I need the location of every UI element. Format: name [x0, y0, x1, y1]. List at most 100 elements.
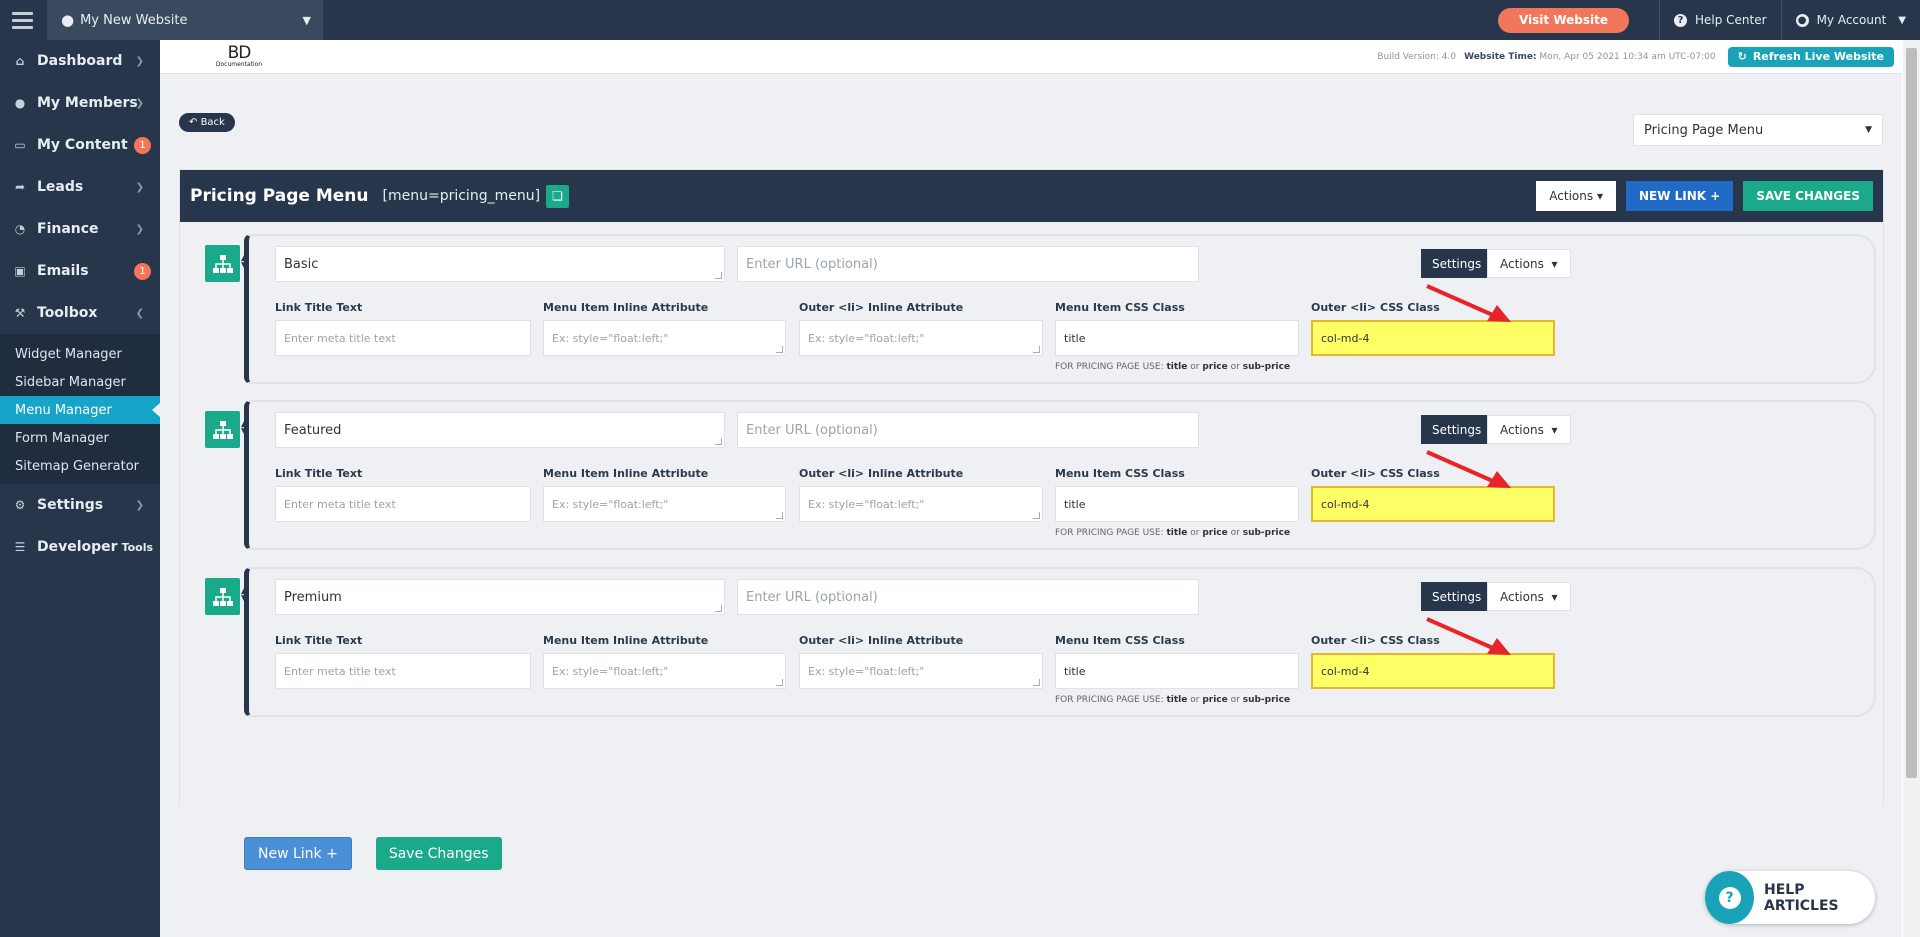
- drag-handle-icon[interactable]: ▲ ▼: [241, 254, 248, 271]
- inline-attribute-input[interactable]: Ex: style="float:left;": [543, 486, 786, 522]
- sidebar-subitem-widget-manager[interactable]: Widget Manager: [0, 340, 160, 368]
- refresh-live-website-button[interactable]: ↻ Refresh Live Website: [1727, 46, 1894, 67]
- site-logo[interactable]: BD Documentation: [184, 40, 294, 74]
- link-title-label: Link Title Text: [275, 467, 363, 480]
- red-arrow-annotation: [1425, 284, 1513, 324]
- inline-attribute-input[interactable]: Ex: style="float:left;": [543, 320, 786, 356]
- scrollbar-thumb[interactable]: [1906, 48, 1917, 778]
- sidebar-item-my-members[interactable]: ● My Members ❯: [0, 82, 160, 124]
- hint-prefix: FOR PRICING PAGE USE:: [1055, 362, 1164, 372]
- outer-inline-attribute-input[interactable]: Ex: style="float:left;": [799, 320, 1043, 356]
- logo-text: BD: [227, 43, 252, 63]
- outer-inline-attribute-input[interactable]: Ex: style="float:left;": [799, 486, 1043, 522]
- item-actions-button[interactable]: Actions ▾: [1487, 415, 1571, 444]
- my-account-menu[interactable]: ● My Account ▼: [1782, 0, 1920, 40]
- caret-down-icon: ▾: [1551, 256, 1558, 271]
- caret-down-icon: ▾: [1551, 589, 1558, 604]
- menu-select-dropdown[interactable]: Pricing Page Menu ▼: [1633, 114, 1883, 146]
- toolbox-submenu: Widget Manager Sidebar Manager Menu Mana…: [0, 334, 160, 484]
- sidebar-item-leads[interactable]: ➦ Leads ❯: [0, 166, 160, 208]
- sitemap-icon[interactable]: [205, 245, 240, 282]
- menu-item-title-input[interactable]: Featured: [275, 412, 725, 448]
- sidebar-item-my-content[interactable]: ▭ My Content 1: [0, 124, 160, 166]
- folder-icon: ▭: [14, 138, 26, 152]
- chevron-right-icon: ❯: [135, 223, 144, 235]
- back-arrow-icon: ↶: [189, 117, 201, 128]
- drag-handle-icon[interactable]: ▲ ▼: [241, 420, 248, 437]
- hint-sub-price: sub-price: [1242, 695, 1291, 705]
- outer-css-class-input[interactable]: col-md-4: [1311, 653, 1555, 689]
- menu-item-url-input[interactable]: Enter URL (optional): [737, 412, 1199, 448]
- chevron-right-icon: ❯: [135, 181, 144, 193]
- sitemap-icon[interactable]: [205, 578, 240, 615]
- new-link-button[interactable]: NEW LINK +: [1626, 181, 1734, 211]
- menu-item-url-input[interactable]: Enter URL (optional): [737, 246, 1199, 282]
- sidebar-item-developer-tools[interactable]: ☰ Developer Tools: [0, 526, 160, 568]
- hint-or: or: [1190, 362, 1200, 372]
- inline-attribute-input[interactable]: Ex: style="float:left;": [543, 653, 786, 689]
- sitemap-icon[interactable]: [205, 411, 240, 448]
- visit-website-button[interactable]: Visit Website: [1497, 7, 1629, 33]
- sidebar-item-dashboard[interactable]: ⌂ Dashboard ❯: [0, 40, 160, 82]
- page-scrollbar[interactable]: [1903, 40, 1920, 937]
- hint-price: price: [1202, 362, 1228, 372]
- drag-handle-icon[interactable]: ▲ ▼: [241, 587, 248, 604]
- logo-subtext: Documentation: [215, 61, 263, 68]
- menu-panel: Pricing Page Menu [menu=pricing_menu] ❏ …: [179, 169, 1884, 870]
- sidebar-item-emails[interactable]: ▣ Emails 1: [0, 250, 160, 292]
- outer-css-class-label: Outer <li> CSS Class: [1311, 634, 1440, 647]
- sliders-icon: ☰: [14, 540, 26, 554]
- actions-label: Actions: [1500, 589, 1544, 604]
- save-changes-button[interactable]: SAVE CHANGES: [1743, 181, 1873, 211]
- chevron-down-icon: ❮: [135, 307, 144, 319]
- website-time-value: Mon, Apr 05 2021 10:34 am UTC-07:00: [1539, 51, 1716, 62]
- help-articles-button[interactable]: ? HELP ARTICLES: [1705, 871, 1875, 924]
- css-class-input[interactable]: title: [1055, 320, 1299, 356]
- hint-prefix: FOR PRICING PAGE USE:: [1055, 528, 1164, 538]
- sidebar-subitem-form-manager[interactable]: Form Manager: [0, 424, 160, 452]
- pricing-hint: FOR PRICING PAGE USE: title or price or …: [1055, 528, 1290, 538]
- outer-css-class-label: Outer <li> CSS Class: [1311, 467, 1440, 480]
- menu-item-title-input[interactable]: Basic: [275, 246, 725, 282]
- sidebar-item-settings[interactable]: ⚙ Settings ❯: [0, 484, 160, 526]
- sidebar-item-toolbox[interactable]: ⚒ Toolbox ❮: [0, 292, 160, 334]
- hint-price: price: [1202, 528, 1228, 538]
- item-actions-button[interactable]: Actions ▾: [1487, 249, 1571, 278]
- sidebar-item-finance[interactable]: ◔ Finance ❯: [0, 208, 160, 250]
- hint-or: or: [1230, 528, 1240, 538]
- menu-select-value: Pricing Page Menu: [1644, 122, 1764, 138]
- help-center-link[interactable]: ? Help Center: [1660, 0, 1781, 40]
- inline-attribute-label: Menu Item Inline Attribute: [543, 301, 709, 314]
- website-selector[interactable]: ● My New Website ▼: [47, 0, 323, 40]
- item-settings-button[interactable]: Settings: [1421, 249, 1493, 278]
- outer-inline-attribute-label: Outer <li> Inline Attribute: [799, 301, 964, 314]
- link-title-input[interactable]: Enter meta title text: [275, 653, 531, 689]
- hamburger-menu-icon[interactable]: [0, 0, 45, 40]
- share-icon: ➦: [14, 180, 26, 194]
- link-title-input[interactable]: Enter meta title text: [275, 320, 531, 356]
- sidebar-subitem-menu-manager[interactable]: Menu Manager: [0, 396, 160, 424]
- hint-sub-price: sub-price: [1242, 362, 1291, 372]
- copy-icon[interactable]: ❏: [546, 184, 570, 208]
- css-class-label: Menu Item CSS Class: [1055, 467, 1185, 480]
- back-button[interactable]: ↶ Back: [179, 113, 235, 132]
- item-settings-button[interactable]: Settings: [1421, 415, 1493, 444]
- css-class-input[interactable]: title: [1055, 653, 1299, 689]
- menu-item-title-input[interactable]: Premium: [275, 579, 725, 615]
- new-link-button-bottom[interactable]: New Link +: [244, 837, 352, 870]
- sidebar-subitem-sitemap-generator[interactable]: Sitemap Generator: [0, 452, 160, 480]
- link-title-input[interactable]: Enter meta title text: [275, 486, 531, 522]
- outer-inline-attribute-input[interactable]: Ex: style="float:left;": [799, 653, 1043, 689]
- item-settings-button[interactable]: Settings: [1421, 582, 1493, 611]
- menu-item-url-input[interactable]: Enter URL (optional): [737, 579, 1199, 615]
- sidebar-subitem-sidebar-manager[interactable]: Sidebar Manager: [0, 368, 160, 396]
- panel-actions-button[interactable]: Actions ▾: [1536, 181, 1616, 211]
- outer-css-class-input[interactable]: col-md-4: [1311, 320, 1555, 356]
- item-actions-button[interactable]: Actions ▾: [1487, 582, 1571, 611]
- outer-css-class-input[interactable]: col-md-4: [1311, 486, 1555, 522]
- save-changes-button-bottom[interactable]: Save Changes: [375, 837, 502, 870]
- question-icon: ?: [1718, 886, 1741, 909]
- pricing-hint: FOR PRICING PAGE USE: title or price or …: [1055, 695, 1290, 705]
- hint-price: price: [1202, 695, 1228, 705]
- css-class-input[interactable]: title: [1055, 486, 1299, 522]
